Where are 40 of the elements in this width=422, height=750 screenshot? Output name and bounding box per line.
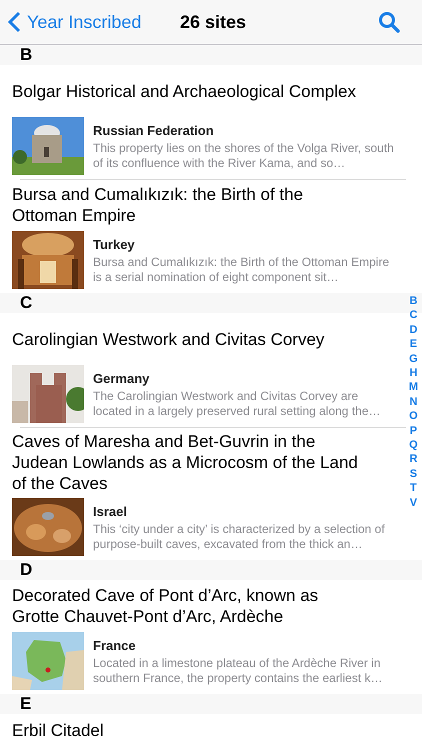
site-title: Caves of Maresha and Bet-Guvrin in the Judean Lowlands as a Microcosm of the Land of the Caves: [12, 431, 359, 494]
index-letter[interactable]: O: [409, 409, 418, 424]
index-letter[interactable]: E: [410, 337, 418, 352]
country-label: Turkey: [93, 236, 136, 254]
back-button[interactable]: Year Inscribed: [8, 8, 142, 36]
index-letter[interactable]: P: [410, 424, 418, 438]
site-title: Carolingian Westwork and Civitas Corvey: [12, 328, 324, 350]
country-label: Israel: [93, 503, 128, 521]
section-header: E: [20, 693, 32, 716]
index-letter[interactable]: M: [408, 380, 418, 395]
country-label: France: [93, 637, 137, 655]
section-header: C: [20, 292, 32, 314]
site-description: Located in a limestone plateau of the Ardèche River in southern France, the property contains the earliest k…: [93, 656, 384, 686]
index-letter[interactable]: H: [409, 366, 418, 380]
chevron-left-icon: [8, 11, 21, 33]
index-letter[interactable]: B: [409, 294, 418, 308]
nav-title: 26 sites: [180, 10, 246, 34]
index-letter[interactable]: G: [409, 352, 418, 366]
site-title: Decorated Cave of Pont d’Arc, known as Grotte Chauvet-Pont d’Arc, Ardèche: [12, 585, 320, 627]
country-label: Germany: [93, 370, 150, 388]
site-title: Erbil Citadel: [12, 720, 104, 741]
index-letter[interactable]: S: [410, 466, 418, 482]
country-label: Russian Federation: [93, 122, 215, 140]
index-letter[interactable]: Q: [409, 438, 418, 452]
index-letter[interactable]: R: [409, 452, 418, 467]
index-letter[interactable]: V: [410, 496, 418, 510]
site-description: This ‘city under a city’ is characterized by a selection of purpose-built caves, excavated from the thick an…: [93, 522, 386, 552]
site-description: Bursa and Cumalıkızık: the Birth of the Ottoman Empire is a serial nomination of eight component sit…: [93, 255, 390, 285]
section-header: B: [20, 44, 32, 66]
site-title: Bolgar Historical and Archaeological Complex: [12, 80, 356, 102]
index-letter[interactable]: D: [409, 322, 418, 338]
site-description: This property lies on the shores of the Volga River, south of its confluence with the River Kama, and so…: [93, 141, 395, 171]
index-letter[interactable]: C: [409, 308, 418, 323]
section-header: D: [20, 559, 32, 582]
site-title: Bursa and Cumalıkızık: the Birth of the Ottoman Empire: [12, 184, 304, 226]
index-letter[interactable]: T: [410, 481, 417, 496]
index-letter[interactable]: N: [409, 394, 418, 410]
search-button[interactable]: [378, 11, 400, 33]
site-description: The Carolingian Westwork and Civitas Corvey are located in a largely preserved rural setting along the…: [93, 389, 382, 419]
search-icon: [378, 11, 400, 33]
